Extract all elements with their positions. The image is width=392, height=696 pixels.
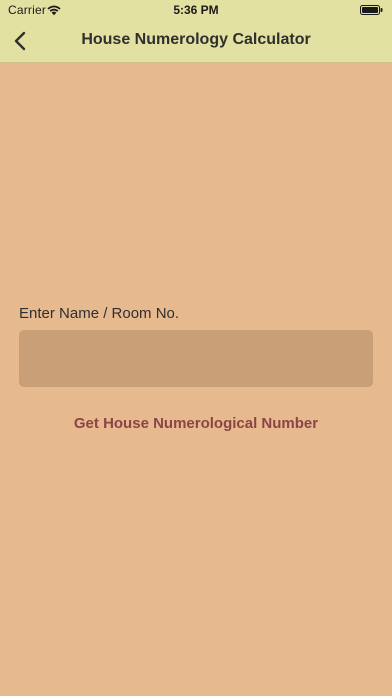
status-bar: Carrier 5:36 PM (0, 0, 392, 20)
navigation-bar: House Numerology Calculator (0, 20, 392, 63)
name-room-input[interactable] (19, 330, 373, 387)
page-title: House Numerology Calculator (81, 31, 311, 48)
get-number-button[interactable]: Get House Numerological Number (0, 411, 392, 435)
status-time: 5:36 PM (173, 3, 219, 17)
name-field-label: Enter Name / Room No. (19, 305, 180, 322)
battery-icon (360, 5, 383, 15)
